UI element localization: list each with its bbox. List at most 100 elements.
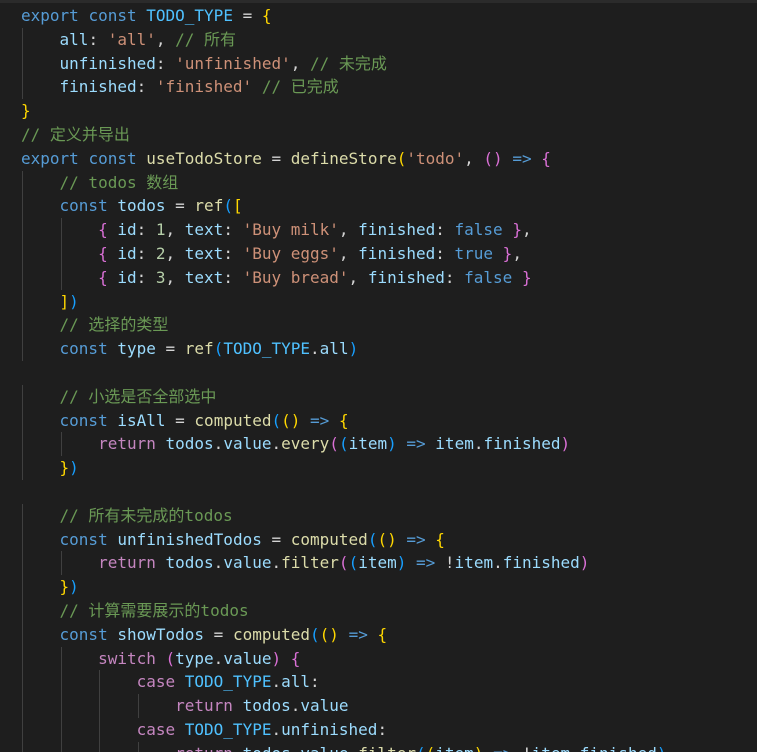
code-token: id bbox=[117, 267, 137, 287]
code-token: { bbox=[98, 220, 108, 240]
code-line[interactable]: export const useTodoStore = defineStore(… bbox=[21, 147, 666, 171]
code-area[interactable]: export const TODO_TYPE = { all: 'all', /… bbox=[21, 4, 666, 752]
code-token: const bbox=[59, 410, 108, 430]
code-token: { bbox=[98, 267, 108, 287]
code-token: , bbox=[290, 53, 310, 73]
code-line[interactable]: return todos.value bbox=[21, 694, 666, 718]
code-token: 'all' bbox=[107, 29, 156, 49]
code-line[interactable]: // 所有未完成的todos bbox=[21, 503, 666, 528]
code-line[interactable]: // 选择的类型 bbox=[21, 313, 666, 338]
code-line[interactable]: // todos 数组 bbox=[21, 170, 666, 195]
code-line[interactable]: const type = ref(TODO_TYPE.all) bbox=[21, 337, 666, 361]
code-token: , bbox=[165, 243, 185, 263]
code-line[interactable]: // 小选是否全部选中 bbox=[21, 384, 666, 409]
code-token: } bbox=[512, 220, 522, 240]
code-token: finished bbox=[502, 553, 580, 573]
code-line[interactable]: const todos = ref([ bbox=[21, 194, 666, 219]
code-token: 'Buy bread' bbox=[242, 267, 349, 287]
code-token: ! bbox=[512, 744, 532, 752]
code-line[interactable]: }) bbox=[21, 456, 666, 480]
code-token: = bbox=[165, 410, 195, 430]
code-line[interactable] bbox=[21, 480, 666, 504]
code-token: value bbox=[223, 553, 272, 573]
code-token: , bbox=[165, 267, 185, 287]
code-line[interactable]: finished: 'finished' // 已完成 bbox=[21, 75, 666, 100]
code-token: ) bbox=[579, 553, 590, 573]
code-line[interactable]: return todos.value.filter((item) => !ite… bbox=[21, 551, 666, 576]
code-line[interactable]: ]) bbox=[21, 289, 666, 314]
code-token: // 未完成 bbox=[309, 53, 387, 73]
code-line[interactable]: export const TODO_TYPE = { bbox=[21, 4, 666, 28]
code-token: ) bbox=[69, 458, 79, 478]
code-line[interactable]: // 计算需要展示的todos bbox=[21, 598, 666, 623]
code-line[interactable]: return todos.value.filter((item) => !ite… bbox=[21, 741, 667, 752]
code-token: : bbox=[377, 719, 388, 739]
code-line[interactable]: const isAll = computed(() => { bbox=[21, 408, 666, 433]
code-token: // 所有 bbox=[175, 29, 237, 49]
code-token: . bbox=[349, 744, 359, 752]
code-line[interactable]: all: 'all', // 所有 bbox=[21, 27, 666, 52]
code-line[interactable]: switch (type.value) { bbox=[21, 646, 666, 671]
code-line[interactable]: { id: 3, text: 'Buy bread', finished: fa… bbox=[21, 265, 666, 290]
code-token: 'Buy milk' bbox=[242, 220, 339, 240]
indent-guide bbox=[22, 694, 23, 718]
code-token: } bbox=[59, 577, 70, 597]
code-token: = bbox=[165, 196, 195, 216]
code-token: => bbox=[512, 148, 532, 168]
code-token: ! bbox=[435, 553, 455, 573]
code-token: type bbox=[175, 648, 214, 668]
code-line[interactable]: // 定义并导出 bbox=[21, 123, 666, 147]
code-line[interactable]: case TODO_TYPE.all: bbox=[21, 670, 666, 695]
code-token: true bbox=[454, 243, 494, 263]
code-line[interactable]: }) bbox=[21, 575, 666, 599]
code-line[interactable]: return todos.value.every((item) => item.… bbox=[21, 432, 666, 457]
code-token: const bbox=[59, 529, 108, 549]
code-token: } bbox=[59, 458, 70, 478]
code-line[interactable]: { id: 2, text: 'Buy eggs', finished: tru… bbox=[21, 241, 666, 266]
code-token: all bbox=[319, 339, 349, 359]
code-line[interactable]: { id: 1, text: 'Buy milk', finished: fal… bbox=[21, 218, 666, 242]
code-token: () bbox=[281, 410, 301, 430]
code-token: ) bbox=[657, 744, 667, 752]
code-token: id bbox=[117, 220, 137, 240]
code-editor[interactable]: export const TODO_TYPE = { all: 'all', /… bbox=[0, 0, 757, 752]
indent-guide bbox=[99, 670, 101, 695]
code-line[interactable]: const unfinishedTodos = computed(() => { bbox=[21, 527, 666, 552]
code-token: : bbox=[435, 243, 455, 263]
code-token: ( bbox=[271, 410, 282, 430]
indent-guide bbox=[99, 741, 101, 752]
code-line[interactable]: } bbox=[21, 99, 666, 123]
code-token: : bbox=[310, 672, 320, 692]
code-token: text bbox=[184, 220, 224, 240]
code-token: () bbox=[377, 529, 397, 549]
code-line[interactable]: unfinished: 'unfinished', // 未完成 bbox=[21, 51, 666, 76]
code-line[interactable]: case TODO_TYPE.unfinished: bbox=[21, 717, 666, 742]
code-line[interactable] bbox=[21, 361, 666, 385]
code-token: () bbox=[483, 148, 503, 168]
code-token: item bbox=[358, 553, 397, 573]
code-token: , bbox=[155, 29, 176, 49]
code-token: const bbox=[59, 196, 108, 216]
code-token: ( bbox=[310, 624, 320, 644]
code-token: return bbox=[98, 434, 156, 454]
code-token: . bbox=[213, 553, 224, 573]
code-line[interactable]: const showTodos = computed(() => { bbox=[21, 622, 666, 647]
code-token: . bbox=[271, 672, 282, 692]
code-token: isAll bbox=[117, 410, 166, 430]
